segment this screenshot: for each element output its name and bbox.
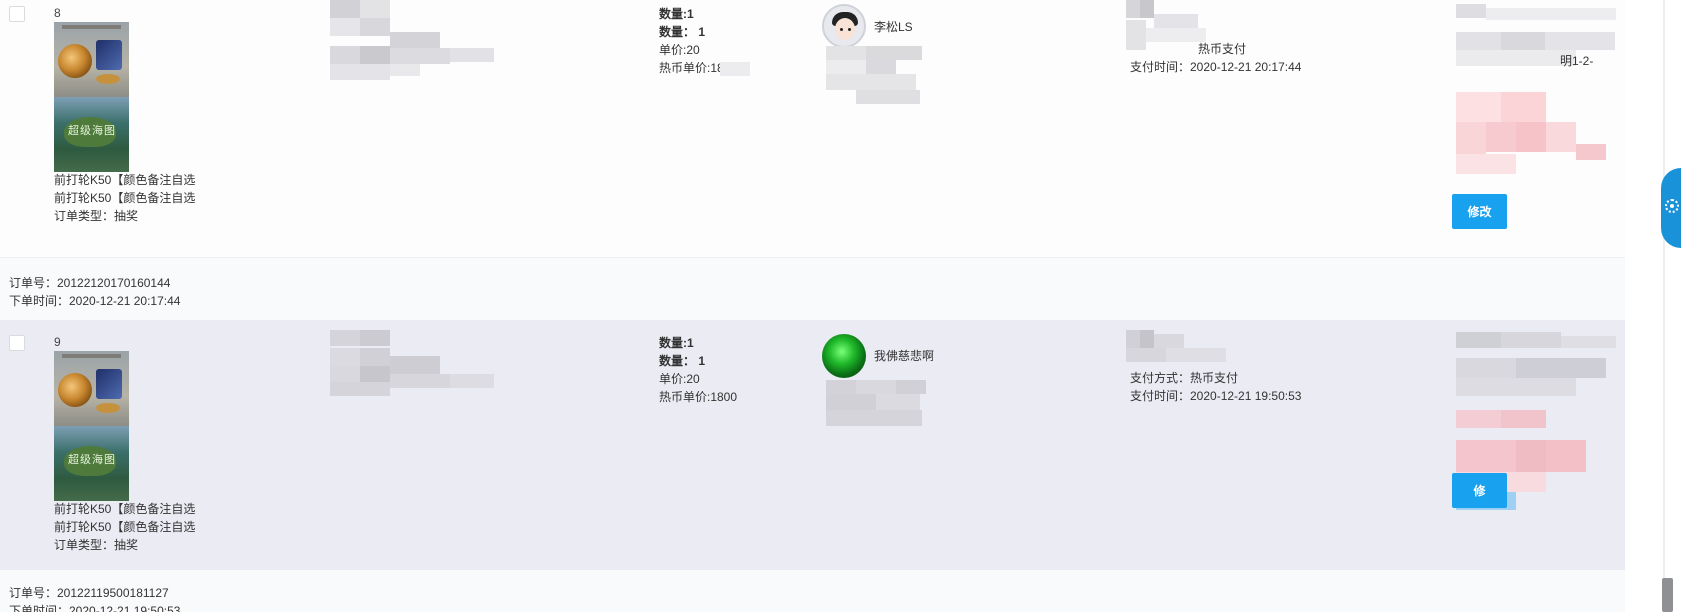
payment-method: 热币支付 xyxy=(1198,42,1247,56)
order-meta: 订单号：20122120170160144 下单时间：2020-12-21 20… xyxy=(0,258,1625,320)
product-name: 前打轮K50【颜色备注自选 xyxy=(54,173,196,187)
redacted-address xyxy=(330,0,530,80)
order-row: 9 超级海图 前打轮K50【颜色备注自选 前打轮K50【颜色备注自选 订单类型：… xyxy=(0,320,1625,570)
buyer-name: 我佛慈悲啊 xyxy=(874,349,935,363)
unit-price: 单价:20 xyxy=(659,372,700,386)
order-time: 下单时间：2020-12-21 19:50:53 xyxy=(9,604,181,612)
product-image: 超级海图 xyxy=(54,22,129,172)
product-info: 前打轮K50【颜色备注自选 前打轮K50【颜色备注自选 订单类型：抽奖 xyxy=(54,500,195,554)
order-list: 8 超级海图 前打轮K50【颜色备注自选 前打轮K50【颜色备注自选 订单类型：… xyxy=(0,0,1625,612)
buyer-avatar xyxy=(822,334,866,378)
row-number: 8 xyxy=(54,6,61,20)
row-checkbox[interactable] xyxy=(9,6,25,22)
quantity-info: 数量:1 数量： 1 单价:20 热币单价:1800 xyxy=(659,334,737,406)
settings-tab[interactable] xyxy=(1661,168,1681,248)
product-image: 超级海图 xyxy=(54,351,129,501)
gear-icon xyxy=(1665,199,1679,213)
coin-unit-price: 热币单价:1800 xyxy=(659,390,738,404)
remark-fragment: 明1-2- xyxy=(1560,54,1594,68)
product-spec: 前打轮K50【颜色备注自选 xyxy=(54,520,196,534)
redacted-contact xyxy=(826,380,946,432)
payment-method: 支付方式：热币支付 xyxy=(1130,371,1239,385)
redacted-payment xyxy=(1126,330,1246,370)
edit-button[interactable]: 修改 xyxy=(1452,194,1507,229)
coin-unit-price: 热币单价:18 xyxy=(659,61,724,75)
qty-line: 数量:1 xyxy=(659,7,694,21)
order-number: 订单号：20122119500181127 xyxy=(9,586,169,600)
payment-time: 支付时间：2020-12-21 20:17:44 xyxy=(1130,60,1302,74)
row-number: 9 xyxy=(54,335,61,349)
payment-info: 支付方式：热币支付 支付时间：2020-12-21 19:50:53 xyxy=(1130,369,1301,405)
order-row: 8 超级海图 前打轮K50【颜色备注自选 前打轮K50【颜色备注自选 订单类型：… xyxy=(0,0,1625,258)
buyer-name: 李松LS xyxy=(874,20,913,34)
order-number: 订单号：20122120170160144 xyxy=(9,276,171,290)
redacted-value xyxy=(720,62,750,76)
order-type: 订单类型：抽奖 xyxy=(54,538,139,552)
product-spec: 前打轮K50【颜色备注自选 xyxy=(54,191,196,205)
order-meta: 订单号：20122119500181127 下单时间：2020-12-21 19… xyxy=(0,570,1625,612)
order-type: 订单类型：抽奖 xyxy=(54,209,139,223)
order-time: 下单时间：2020-12-21 20:17:44 xyxy=(9,294,181,308)
redacted-contact xyxy=(826,46,960,106)
scrollbar-rail xyxy=(1663,0,1665,612)
qty-line: 数量： 1 xyxy=(659,25,706,39)
qty-line: 数量： 1 xyxy=(659,354,706,368)
scrollbar-track[interactable] xyxy=(1625,0,1681,612)
product-name: 前打轮K50【颜色备注自选 xyxy=(54,502,196,516)
edit-button[interactable]: 修 xyxy=(1452,473,1507,508)
redacted-address xyxy=(330,330,530,410)
scrollbar-thumb[interactable] xyxy=(1662,578,1673,612)
buyer-avatar xyxy=(822,4,866,48)
row-checkbox[interactable] xyxy=(9,335,25,351)
payment-time: 支付时间：2020-12-21 19:50:53 xyxy=(1130,389,1302,403)
product-info: 前打轮K50【颜色备注自选 前打轮K50【颜色备注自选 订单类型：抽奖 xyxy=(54,171,195,225)
quantity-info: 数量:1 数量： 1 单价:20 热币单价:18 xyxy=(659,5,724,77)
unit-price: 单价:20 xyxy=(659,43,700,57)
redacted-remark xyxy=(1456,4,1625,184)
payment-info: 热币支付 支付时间：2020-12-21 20:17:44 xyxy=(1130,40,1301,76)
qty-line: 数量:1 xyxy=(659,336,694,350)
